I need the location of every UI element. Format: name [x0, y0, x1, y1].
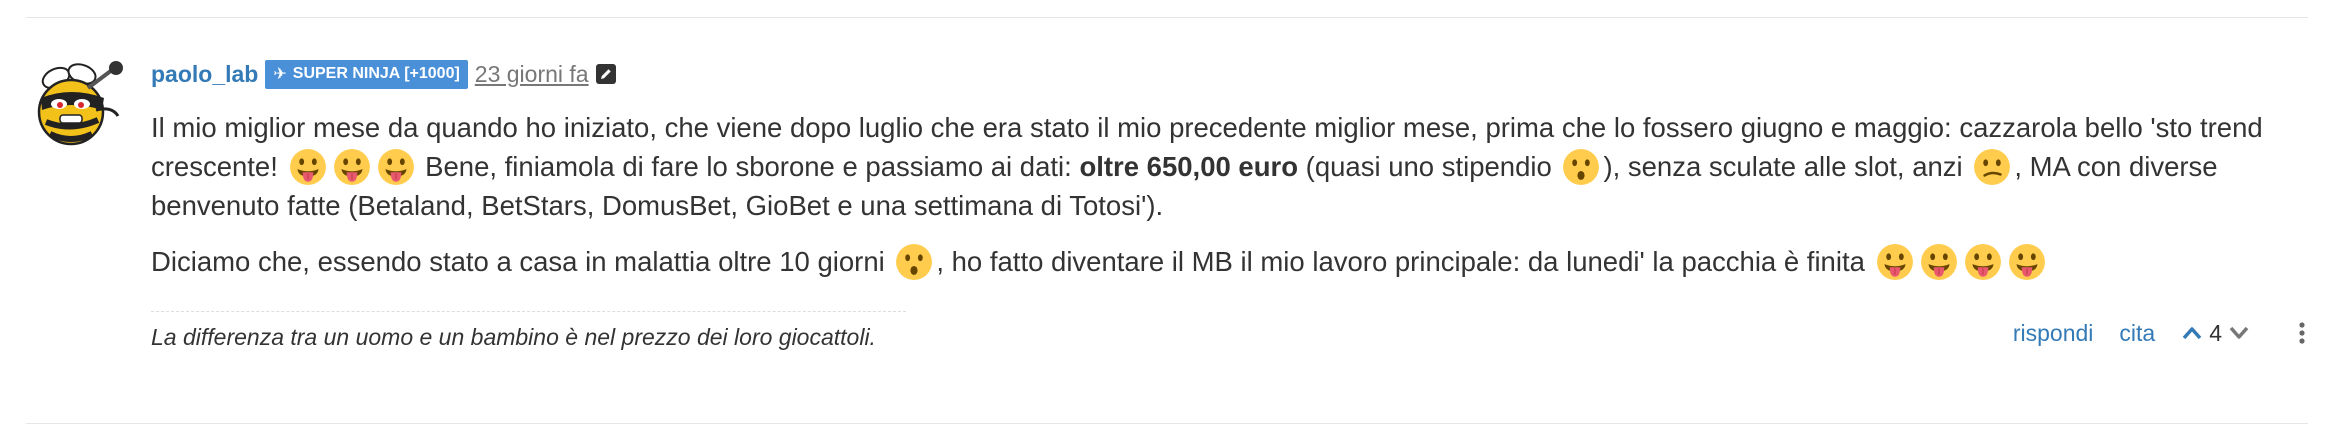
badge-label: SUPER NINJA [+1000] — [292, 65, 460, 82]
surprised-emoji-icon — [1562, 148, 1600, 186]
confused-emoji-icon — [1973, 148, 2011, 186]
vote-count: 4 — [2209, 319, 2222, 346]
post-paragraph-2: Diciamo che, essendo stato a casa in mal… — [151, 242, 2311, 281]
reply-button[interactable]: rispondi — [2013, 320, 2094, 347]
user-signature: La differenza tra un uomo e un bambino è… — [151, 311, 906, 351]
tongue-out-emoji-icon — [333, 148, 371, 186]
vertical-ellipsis-icon[interactable] — [2296, 321, 2308, 345]
top-divider — [26, 17, 2308, 18]
tongue-out-emoji-icon — [377, 148, 415, 186]
quote-button[interactable]: cita — [2119, 320, 2155, 347]
tongue-out-emoji-icon — [1920, 243, 1958, 281]
chevron-down-icon[interactable] — [2228, 325, 2250, 341]
post-actions: rispondi cita 4 — [2013, 313, 2308, 353]
user-badge[interactable]: ✈ SUPER NINJA [+1000] — [265, 59, 468, 89]
tongue-out-emoji-icon — [289, 148, 327, 186]
tongue-out-emoji-icon — [2008, 243, 2046, 281]
tongue-out-emoji-icon — [1964, 243, 2002, 281]
airplane-icon: ✈ — [273, 66, 287, 83]
bottom-divider — [26, 423, 2308, 424]
pencil-icon[interactable] — [595, 64, 616, 84]
surprised-emoji-icon — [895, 243, 933, 281]
post-timestamp-link[interactable]: 23 giorni fa — [475, 61, 589, 88]
amount-highlight: oltre 650,00 euro — [1079, 151, 1299, 182]
tongue-out-emoji-icon — [1876, 243, 1914, 281]
avatar[interactable] — [26, 60, 128, 150]
post-content: Il mio miglior mese da quando ho iniziat… — [151, 108, 2311, 281]
bee-ninja-avatar-icon — [37, 61, 123, 146]
chevron-up-icon[interactable] — [2181, 325, 2203, 341]
username-link[interactable]: paolo_lab — [151, 61, 258, 88]
post-header: paolo_lab ✈ SUPER NINJA [+1000] 23 giorn… — [151, 58, 616, 90]
post-paragraph-1: Il mio miglior mese da quando ho iniziat… — [151, 112, 2263, 221]
vote-controls: 4 — [2181, 320, 2250, 347]
